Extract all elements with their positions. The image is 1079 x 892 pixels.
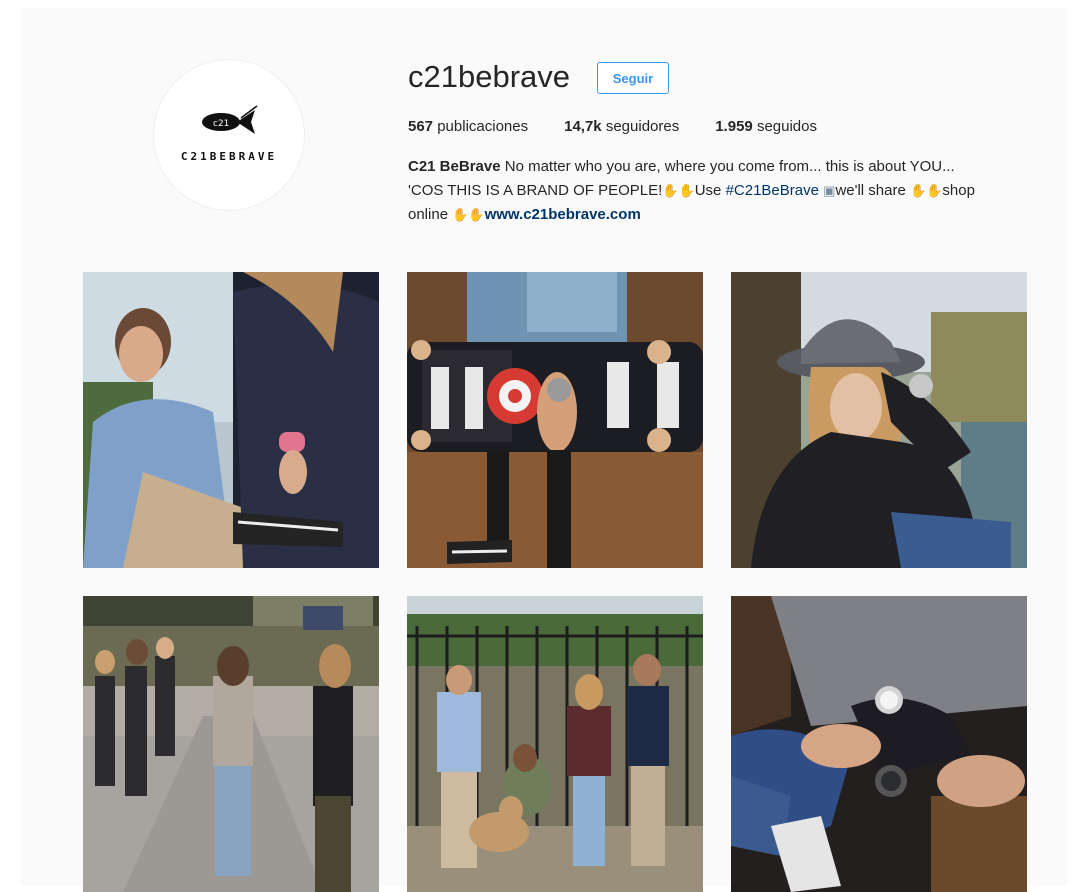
profile-avatar[interactable]: c21 C21BEBRAVE [154, 60, 304, 210]
following-stat[interactable]: 1.959 seguidos [715, 118, 817, 135]
post-image-5 [407, 596, 703, 892]
bio-share-text: we'll share [835, 182, 906, 199]
profile-stats: 567 publicaciones 14,7k seguidores 1.959… [408, 118, 817, 135]
bio-line2: 'COS THIS IS A BRAND OF PEOPLE! [408, 182, 663, 199]
avatar-brand-text: C21BEBRAVE [180, 149, 278, 163]
post-tile-6[interactable] [731, 596, 1027, 892]
posts-count: 567 [408, 118, 434, 135]
followers-stat[interactable]: 14,7k seguidores [564, 118, 679, 135]
pointing-down-emoji-icon: ✋✋ [910, 183, 943, 198]
bio-line1: No matter who you are, where you come fr… [504, 158, 955, 175]
post-tile-3[interactable] [731, 272, 1027, 568]
post-tile-1[interactable] [83, 272, 379, 568]
following-label: seguidos [756, 118, 817, 135]
bio-name: C21 BeBrave [408, 158, 501, 175]
following-count: 1.959 [715, 118, 753, 135]
post-tile-4[interactable] [83, 596, 379, 892]
hashtag-link[interactable]: #C21BeBrave [726, 182, 819, 199]
fish-logo-icon: c21 [202, 104, 258, 134]
website-link[interactable]: www.c21bebrave.com [485, 206, 641, 223]
post-image-1 [83, 272, 379, 568]
follow-button[interactable]: Seguir [597, 62, 669, 94]
followers-label: seguidores [605, 118, 680, 135]
post-image-3 [731, 272, 1027, 568]
posts-label: publicaciones [437, 118, 529, 135]
post-image-6 [731, 596, 1027, 892]
bio-shop-text: shop [942, 182, 975, 199]
post-tile-2[interactable] [407, 272, 703, 568]
svg-text:c21: c21 [213, 119, 229, 129]
bio-use-text: Use [694, 182, 722, 199]
posts-stat: 567 publicaciones [408, 118, 528, 135]
profile-username: c21bebrave [408, 59, 571, 94]
camera-emoji-icon: ▣ [823, 183, 836, 198]
post-image-4 [83, 596, 379, 892]
followers-count: 14,7k [564, 118, 602, 135]
pointing-down-emoji-icon-2: ✋✋ [452, 207, 485, 222]
post-tile-5[interactable] [407, 596, 703, 892]
hands-emoji-icon: ✋✋ [662, 183, 695, 198]
post-image-2 [407, 272, 703, 568]
profile-bio: C21 BeBrave No matter who you are, where… [408, 155, 1028, 227]
profile-page: c21 C21BEBRAVE c21bebrave Seguir 567 pub… [20, 8, 1068, 892]
bio-online-text: online [408, 206, 449, 223]
